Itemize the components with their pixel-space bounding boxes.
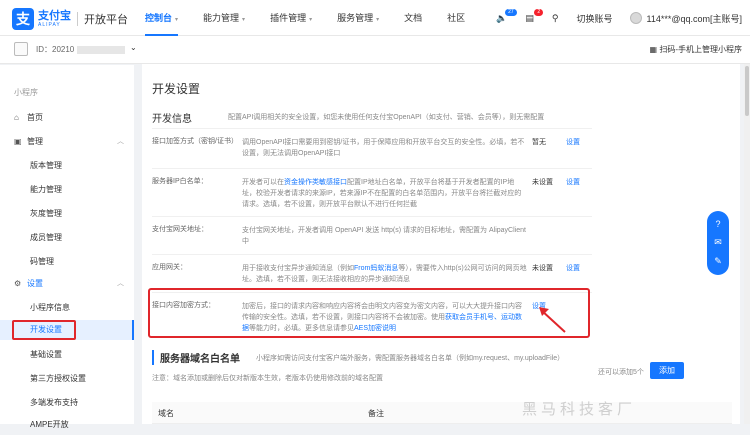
row-label: 接口加签方式（密钥/证书） <box>152 138 238 145</box>
float-toolbar: ? ✉ ✎ <box>707 211 729 275</box>
column-note: 备注 <box>368 409 384 418</box>
toolbar: 🔈 27 ▤ 2 ⚲ 切换账号 114***@qq.com[主账号] <box>478 0 742 36</box>
logo[interactable]: 支 支付宝 ALIPAY 开放平台 <box>12 8 128 30</box>
sidebar-item-gray[interactable]: 灰度管理 <box>0 204 134 224</box>
message-icon: ▤ <box>525 12 534 23</box>
scroll-thumb[interactable] <box>745 66 749 116</box>
nav-service[interactable]: 服务管理 ▾ <box>327 0 394 36</box>
brand-name: 支付宝 <box>38 9 71 22</box>
message-badge: 2 <box>534 8 544 16</box>
sidebar-item-home[interactable]: ⌂ 首页 <box>0 108 134 128</box>
sidebar-section-title: 小程序 <box>14 88 38 97</box>
highlight-arrow-icon <box>539 307 566 333</box>
setting-row-app-gateway: 应用网关： 用于接收支付宝异步通知消息（例如From蚂蚁消息等），需要传入htt… <box>152 254 592 290</box>
sensitive-api-link[interactable]: 资金操作类敏感接口 <box>284 179 347 186</box>
alipay-logo-icon: 支 <box>12 8 34 30</box>
row-label: 应用网关： <box>152 264 187 271</box>
app-switch-chevron-icon[interactable]: ⌄ <box>130 43 137 52</box>
chevron-down-icon: ▾ <box>242 17 246 23</box>
row-desc: 调用OpenAPI接口需要用到密钥/证书，用于保障应用和开放平台交互的安全性。必… <box>242 139 525 157</box>
sidebar-item-capability[interactable]: 能力管理 <box>0 180 134 200</box>
setting-row-ip-whitelist: 服务器IP白名单： 开发者可以在资金操作类敏感接口配置IP地址白名单，开放平台将… <box>152 168 592 220</box>
scrollbar[interactable] <box>744 64 750 424</box>
chevron-down-icon: ▾ <box>309 17 313 23</box>
main-content: 开发设置 开发信息 配置API调用相关的安全设置，如您未使用任何支付宝OpenA… <box>142 64 740 424</box>
watermark: 黑马科技客厂 <box>522 401 637 418</box>
sidebar-item-code[interactable]: 码管理 <box>0 252 134 272</box>
row-desc: 用于接收支付宝异步通知消息（例如From蚂蚁消息等），需要传入http(s)公网… <box>242 265 527 283</box>
scan-manage-link[interactable]: ▦ 扫码-手机上管理小程序 <box>650 44 742 55</box>
remaining-count: 还可以添加5个 <box>598 369 644 376</box>
sidebar: 小程序 ⌂ 首页 ▣ 管理 ︿ 版本管理 能力管理 灰度管理 成员管理 码管理 ⚙ 设置… <box>0 65 134 429</box>
sidebar-item-ampe[interactable]: AMPE开放 <box>0 415 134 435</box>
logo-divider <box>77 12 78 26</box>
row-desc: 开发者可以在资金操作类敏感接口配置IP地址白名单，开放平台将基于开发者配置的IP… <box>242 179 522 208</box>
top-nav: 支 支付宝 ALIPAY 开放平台 控制台 ▾ 能力管理 ▾ 插件管理 ▾ 服务管理 ▾… <box>0 0 750 36</box>
setting-sign-button[interactable]: 设置 <box>566 137 580 147</box>
nav-community[interactable]: 社区 <box>437 0 480 36</box>
setting-row-gateway: 支付宝网关地址： 支付宝网关地址，开发者调用 OpenAPI 发送 http(s… <box>152 216 592 254</box>
sidebar-item-members[interactable]: 成员管理 <box>0 228 134 248</box>
sidebar-item-third-party[interactable]: 第三方授权设置 <box>0 369 134 389</box>
row-status: 未设置 <box>532 179 553 186</box>
feedback-icon[interactable]: ✎ <box>714 256 722 267</box>
notification-button[interactable]: 🔈 27 <box>496 8 517 24</box>
app-id-redacted <box>77 45 126 54</box>
domain-table-header: 域名 备注 <box>152 402 732 424</box>
row-status: 暂无 <box>532 139 546 146</box>
message-button[interactable]: ▤ 2 <box>525 8 544 24</box>
nav-capability[interactable]: 能力管理 ▾ <box>193 0 260 36</box>
whitelist-note: 注意：域名添加或删除后仅对新版本生效，老版本仍使用修改前的域名配置 <box>152 375 383 382</box>
chat-icon[interactable]: ✉ <box>714 237 722 248</box>
account-menu[interactable]: 114***@qq.com[主账号] <box>630 12 742 25</box>
main-nav: 控制台 ▾ 能力管理 ▾ 插件管理 ▾ 服务管理 ▾ 文档 社区 <box>135 0 480 36</box>
search-button[interactable]: ⚲ <box>552 13 559 24</box>
platform-name: 开放平台 <box>84 14 128 26</box>
whitelist-title: 服务器域名白名单 <box>152 350 240 365</box>
ant-message-link[interactable]: From蚂蚁消息 <box>354 265 398 272</box>
row-label: 服务器IP白名单： <box>152 178 208 185</box>
switch-account-link[interactable]: 切换账号 <box>576 12 612 25</box>
column-domain: 域名 <box>158 409 174 418</box>
notify-badge: 27 <box>505 8 517 16</box>
chevron-up-icon: ︿ <box>117 280 124 287</box>
avatar <box>630 12 643 24</box>
setting-app-gateway-button[interactable]: 设置 <box>566 263 580 273</box>
gear-icon: ⚙ <box>14 279 22 288</box>
home-icon: ⌂ <box>14 113 19 122</box>
nav-console[interactable]: 控制台 ▾ <box>135 0 193 36</box>
add-domain-button[interactable]: 添加 <box>650 362 684 379</box>
app-icon <box>14 42 28 56</box>
row-desc: 支付宝网关地址，开发者调用 OpenAPI 发送 http(s) 请求的目标地址… <box>242 227 526 245</box>
nav-docs[interactable]: 文档 <box>394 0 437 36</box>
section-desc: 配置API调用相关的安全设置，如您未使用任何支付宝OpenAPI（如支付、营销、… <box>228 114 545 121</box>
whitelist-desc: 小程序如需访问支付宝客户端外服务，需配置服务器域名白名单（例如my.reques… <box>256 355 565 362</box>
app-id: ID：20210 <box>36 44 126 55</box>
app-bar: ID：20210 ⌄ ▦ 扫码-手机上管理小程序 <box>0 36 750 64</box>
setting-row-sign: 接口加签方式（密钥/证书） 调用OpenAPI接口需要用到密钥/证书，用于保障应… <box>152 128 592 168</box>
sidebar-item-settings[interactable]: ⚙ 设置 ︿ <box>0 274 134 294</box>
sidebar-item-multi-publish[interactable]: 多端发布支持 <box>0 393 134 413</box>
sidebar-item-miniapp-info[interactable]: 小程序信息 <box>0 298 134 318</box>
row-status: 未设置 <box>532 265 553 272</box>
chevron-up-icon: ︿ <box>117 138 124 145</box>
sidebar-item-manage[interactable]: ▣ 管理 ︿ <box>0 132 134 152</box>
chevron-down-icon: ▾ <box>376 17 380 23</box>
highlight-box-encryption <box>148 288 590 338</box>
briefcase-icon: ▣ <box>14 137 22 146</box>
nav-plugin[interactable]: 插件管理 ▾ <box>260 0 327 36</box>
highlight-box-sidebar <box>12 320 76 340</box>
row-label: 支付宝网关地址： <box>152 226 208 233</box>
account-name: 114***@qq.com[主账号] <box>646 13 742 24</box>
sidebar-item-basic-settings[interactable]: 基础设置 <box>0 345 134 365</box>
section-title: 开发信息 <box>152 114 192 125</box>
help-icon[interactable]: ? <box>715 219 720 229</box>
chevron-down-icon: ▾ <box>175 17 179 23</box>
setting-ip-button[interactable]: 设置 <box>566 177 580 187</box>
sidebar-item-version[interactable]: 版本管理 <box>0 156 134 176</box>
search-icon: ⚲ <box>551 12 559 23</box>
brand-name-en: ALIPAY <box>38 21 61 28</box>
page-title: 开发设置 <box>152 82 201 96</box>
